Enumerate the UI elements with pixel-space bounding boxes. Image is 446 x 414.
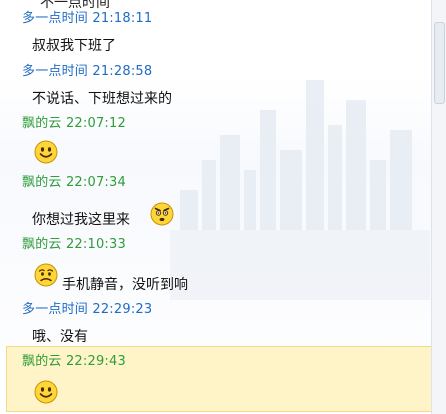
message-header: 飘的云 22:07:34 [22,175,126,191]
scrollbar-thumb[interactable] [434,22,445,104]
message-text: 哦、没有 [32,329,88,345]
message-header: 飘的云 22:10:33 [22,237,126,253]
angry-face-icon [150,202,174,226]
message-list: 不一点时间 多一点时间 21:18:11 叔叔我下班了 多一点时间 21:28:… [0,0,432,414]
smiley-icon [34,140,58,164]
message-header: 多一点时间 21:28:58 [22,64,152,80]
smiley-icon [34,380,58,404]
message-time: 21:28:58 [92,64,153,79]
message-text: 不说话、下班想过来的 [32,91,172,107]
sender-name: 飘的云 [22,116,62,131]
sender-name: 飘的云 [22,237,62,252]
chat-window: 不一点时间 多一点时间 21:18:11 叔叔我下班了 多一点时间 21:28:… [0,0,446,414]
vertical-scrollbar[interactable] [431,0,446,414]
message-text: 叔叔我下班了 [32,38,116,54]
message-time: 22:10:33 [65,237,126,252]
sender-name: 多一点时间 [22,11,89,26]
sender-name: 多一点时间 [22,64,89,79]
message-header: 多一点时间 22:29:23 [22,302,152,318]
message-text: 手机静音，没听到响 [62,277,188,293]
message-time: 22:07:34 [65,175,126,190]
message-time: 22:07:12 [65,116,126,131]
message-header: 多一点时间 21:18:11 [22,11,152,27]
message-time: 21:18:11 [92,11,153,26]
sender-name: 飘的云 [22,354,62,369]
sender-name: 飘的云 [22,175,62,190]
worried-face-icon [34,263,58,287]
message-header: 飘的云 22:07:12 [22,116,126,132]
sender-name: 多一点时间 [22,302,89,317]
message-time: 22:29:23 [92,302,153,317]
message-text: 你想过我这里来 [32,212,130,228]
message-time: 22:29:43 [65,354,126,369]
message-header: 飘的云 22:29:43 [22,354,126,370]
